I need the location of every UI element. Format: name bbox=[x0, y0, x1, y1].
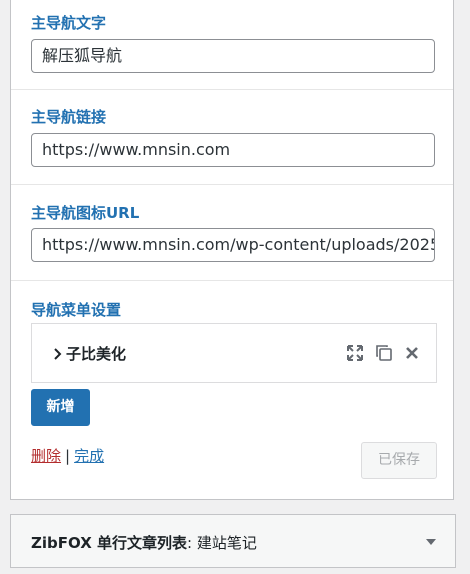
delete-link[interactable]: 删除 bbox=[31, 447, 61, 465]
copy-icon[interactable] bbox=[375, 344, 393, 362]
next-widget-title-bold: ZibFOX 单行文章列表 bbox=[31, 534, 188, 552]
done-link[interactable]: 完成 bbox=[74, 447, 104, 465]
footer-links: 删除 | 完成 bbox=[31, 445, 104, 466]
triangle-down-icon[interactable] bbox=[425, 537, 437, 547]
nav-link-label: 主导航链接 bbox=[31, 108, 107, 126]
next-widget-header[interactable]: ZibFOX 单行文章列表: 建站笔记 bbox=[10, 514, 456, 568]
nav-text-label: 主导航文字 bbox=[31, 14, 107, 32]
menu-settings-label: 导航菜单设置 bbox=[31, 301, 122, 319]
nav-icon-url-input[interactable]: https://www.mnsin.com/wp-content/uploads… bbox=[31, 228, 435, 262]
nav-link-input[interactable]: https://www.mnsin.com bbox=[31, 133, 435, 167]
saved-button[interactable]: 已保存 bbox=[361, 442, 437, 479]
nav-text-input[interactable]: 解压狐导航 bbox=[31, 39, 435, 73]
nav-icon-section: 主导航图标URL https://www.mnsin.com/wp-conten… bbox=[11, 185, 453, 281]
next-widget-title-rest: : 建站笔记 bbox=[187, 534, 257, 552]
chevron-right-icon[interactable] bbox=[50, 346, 66, 362]
menu-item-title: 子比美化 bbox=[66, 345, 127, 363]
menu-item-row[interactable]: 子比美化 bbox=[31, 323, 437, 383]
close-icon[interactable] bbox=[403, 344, 421, 362]
widget-panel: 主导航文字 解压狐导航 主导航链接 https://www.mnsin.com … bbox=[10, 0, 454, 500]
add-button[interactable]: 新增 bbox=[31, 389, 90, 426]
expand-icon[interactable] bbox=[346, 344, 364, 362]
next-widget-title: ZibFOX 单行文章列表: 建站笔记 bbox=[31, 532, 257, 553]
separator: | bbox=[65, 447, 71, 465]
nav-text-section: 主导航文字 解压狐导航 bbox=[11, 0, 453, 90]
nav-icon-label: 主导航图标URL bbox=[31, 204, 140, 222]
nav-link-section: 主导航链接 https://www.mnsin.com bbox=[11, 90, 453, 185]
